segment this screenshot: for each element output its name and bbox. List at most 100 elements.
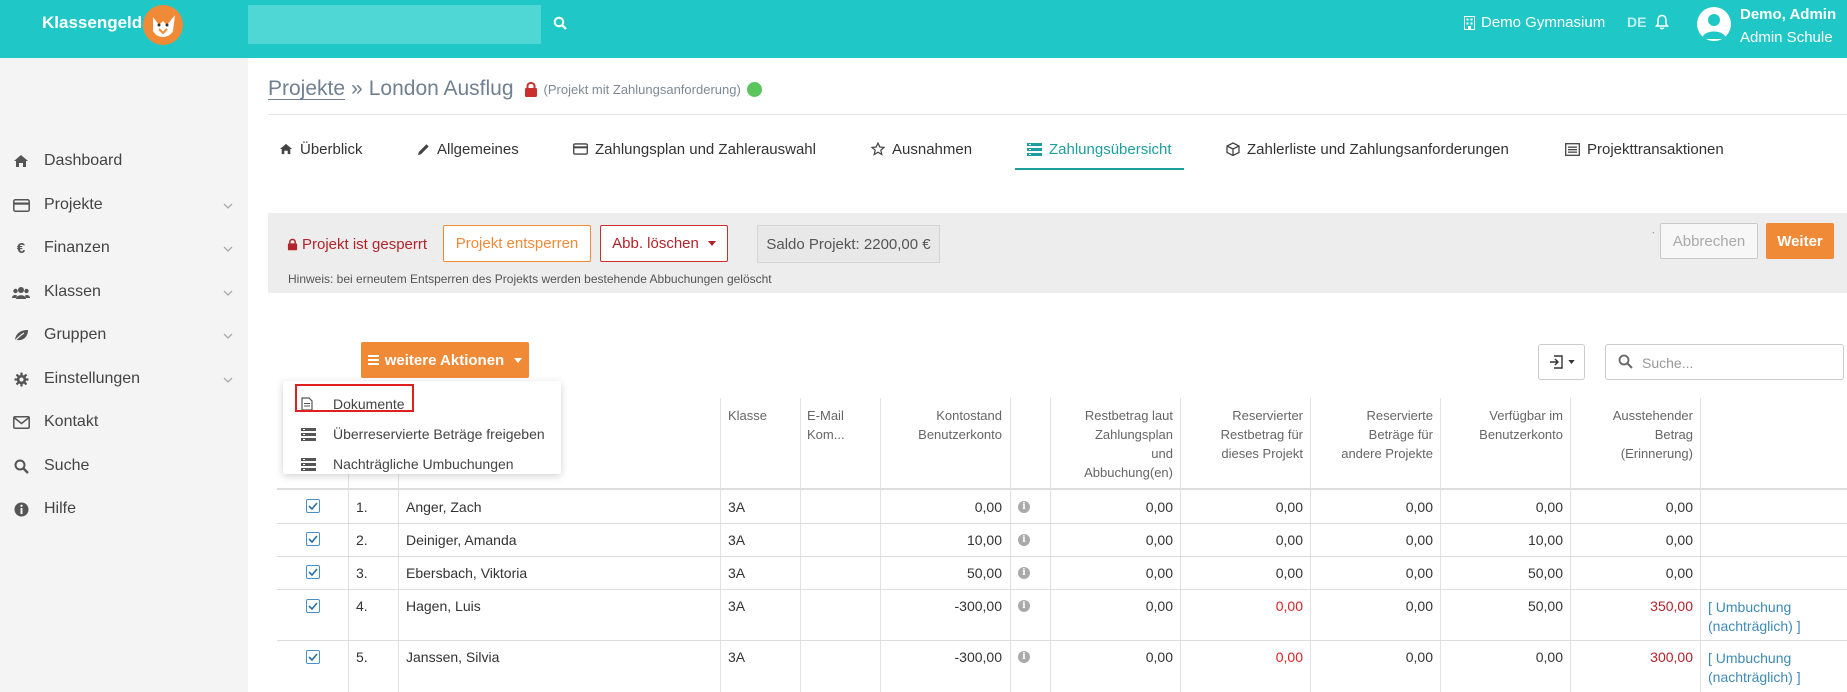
header-line: Reservierte: [1366, 408, 1433, 423]
row-divider: [277, 523, 1847, 524]
search-icon: [1618, 354, 1633, 372]
sidebar-item-suche[interactable]: Suche: [0, 446, 248, 486]
cell-klasse: 3A: [728, 598, 746, 614]
row-checkbox[interactable]: [306, 532, 320, 546]
column-header-kontostand[interactable]: Kontostand Benutzerkonto: [880, 406, 1002, 444]
table-search[interactable]: [1605, 344, 1844, 380]
table-search-input[interactable]: [1642, 353, 1832, 373]
column-header-ausstehend[interactable]: Ausstehender Betrag (Erinnerung): [1570, 406, 1693, 463]
locked-status: Projekt ist gesperrt: [287, 236, 427, 253]
cell-kontostand: -300,00: [954, 649, 1002, 665]
global-search-button[interactable]: [548, 10, 572, 36]
column-header-reserviert-projekt[interactable]: Reservierter Restbetrag für dieses Proje…: [1180, 406, 1303, 463]
column-header-reserviert-andere[interactable]: Reservierte Beträge für andere Projekte: [1310, 406, 1433, 463]
sidebar-item-kontakt[interactable]: Kontakt: [0, 402, 248, 442]
info-icon[interactable]: i: [1018, 651, 1030, 663]
cell-reserviert-projekt: 0,00: [1275, 532, 1303, 548]
header-line: Kontostand: [936, 408, 1002, 423]
sidebar-item-label: Finanzen: [44, 239, 110, 256]
more-actions-label: weitere Aktionen: [384, 351, 505, 369]
tab-label: Ausnahmen: [892, 140, 973, 158]
unlock-project-button[interactable]: Projekt entsperren: [443, 225, 591, 262]
menu-item-ueberreservierte-betraege[interactable]: Überreservierte Beträge freigeben: [283, 419, 561, 449]
cube-icon: [1226, 142, 1240, 156]
user-role: Admin Schule: [1740, 29, 1833, 46]
column-header-restbetrag[interactable]: Restbetrag laut Zahlungsplan und Abbuchu…: [1050, 406, 1173, 482]
check-icon: [308, 535, 318, 543]
column-header-klasse[interactable]: Klasse: [728, 406, 767, 425]
lock-icon: [524, 81, 537, 97]
rebooking-link[interactable]: [ Umbuchung (nachträglich) ]: [1708, 598, 1840, 636]
menu-item-nachtraegliche-umbuchungen[interactable]: Nachträgliche Umbuchungen: [283, 449, 561, 479]
tab-label: Zahlungsübersicht: [1049, 140, 1172, 158]
cell-reserviert-andere: 0,00: [1405, 649, 1433, 665]
cell-klasse: 3A: [728, 532, 746, 548]
export-dropdown-button[interactable]: [1538, 344, 1585, 380]
sidebar-item-label: Kontakt: [44, 413, 99, 430]
sidebar-item-gruppen[interactable]: Gruppen: [0, 315, 248, 355]
sidebar-item-klassen[interactable]: Klassen: [0, 272, 248, 312]
language-switch[interactable]: DE: [1627, 14, 1646, 30]
tab-zahlungsplan[interactable]: Zahlungsplan und Zahlerauswahl: [573, 130, 816, 168]
search-icon: [553, 16, 567, 30]
credit-card-icon: [12, 198, 30, 212]
sidebar-item-label: Klassen: [44, 283, 101, 300]
leaf-icon: [12, 329, 30, 342]
brand-name[interactable]: Klassengeld: [42, 13, 142, 33]
unlock-hint: Hinweis: bei erneutem Entsperren des Pro…: [288, 272, 772, 286]
cell-nr: 3.: [356, 565, 368, 581]
more-actions-button[interactable]: weitere Aktionen: [361, 342, 529, 378]
info-icon[interactable]: i: [1018, 567, 1030, 579]
next-button[interactable]: Weiter: [1766, 223, 1834, 259]
project-balance: Saldo Projekt: 2200,00 €: [757, 225, 940, 263]
tab-label: Allgemeines: [437, 140, 519, 158]
row-divider: [277, 556, 1847, 557]
row-checkbox[interactable]: [306, 565, 320, 579]
header-line: Verfügbar im: [1489, 408, 1563, 423]
sidebar-item-einstellungen[interactable]: Einstellungen: [0, 359, 248, 399]
sidebar-item-dashboard[interactable]: Dashboard: [0, 141, 248, 181]
column-header-email[interactable]: E-Mail Kom...: [807, 406, 845, 444]
menu-item-label: Überreservierte Beträge freigeben: [333, 426, 545, 442]
tab-zahlungsuebersicht[interactable]: Zahlungsübersicht: [1015, 130, 1184, 170]
cell-ausstehend: 0,00: [1665, 532, 1693, 548]
delete-debits-dropdown-button[interactable]: Abb. löschen: [600, 225, 728, 262]
row-checkbox[interactable]: [306, 599, 320, 613]
header-line: Beträge für: [1368, 427, 1433, 442]
rebooking-link[interactable]: [ Umbuchung (nachträglich) ]: [1708, 649, 1840, 687]
cancel-button[interactable]: Abbrechen: [1660, 223, 1758, 259]
sidebar-item-label: Einstellungen: [44, 370, 141, 387]
avatar[interactable]: [1697, 7, 1731, 41]
cell-reserviert-andere: 0,00: [1405, 532, 1433, 548]
info-icon[interactable]: i: [1018, 534, 1030, 546]
sidebar-item-label: Suche: [44, 457, 90, 474]
stray-mark: `: [1652, 231, 1655, 241]
sidebar-item-finanzen[interactable]: € Finanzen: [0, 228, 248, 268]
global-search-input[interactable]: [248, 5, 541, 44]
check-icon: [308, 602, 318, 610]
fox-logo-icon[interactable]: [139, 3, 189, 47]
breadcrumb-projekte-link[interactable]: Projekte: [268, 77, 345, 101]
bell-icon[interactable]: [1655, 14, 1669, 30]
sidebar-item-projekte[interactable]: Projekte: [0, 185, 248, 225]
row-divider: [277, 589, 1847, 590]
info-icon[interactable]: i: [1018, 501, 1030, 513]
header-line: Betrag: [1654, 427, 1693, 442]
tab-projekttransaktionen[interactable]: Projekttransaktionen: [1565, 130, 1724, 168]
column-header-verfuegbar[interactable]: Verfügbar im Benutzerkonto: [1440, 406, 1563, 444]
tab-allgemeines[interactable]: Allgemeines: [417, 130, 519, 168]
row-checkbox[interactable]: [306, 499, 320, 513]
school-selector[interactable]: Demo Gymnasium: [1464, 14, 1605, 31]
row-checkbox[interactable]: [306, 650, 320, 664]
tab-ausnahmen[interactable]: Ausnahmen: [871, 130, 972, 168]
tab-zahlerliste[interactable]: Zahlerliste und Zahlungsanforderungen: [1226, 130, 1509, 168]
user-name[interactable]: Demo, Admin: [1740, 6, 1836, 23]
list-icon: [301, 427, 317, 441]
info-icon[interactable]: i: [1018, 600, 1030, 612]
tab-ueberblick[interactable]: Überblick: [279, 130, 363, 168]
top-bar: Klassengeld Demo Gymnasium DE Demo, Admi…: [0, 0, 1847, 58]
page-title: London Ausflug: [368, 77, 514, 100]
sidebar-item-label: Projekte: [44, 196, 103, 213]
sidebar-item-hilfe[interactable]: Hilfe: [0, 489, 248, 529]
row-divider: [277, 640, 1847, 641]
